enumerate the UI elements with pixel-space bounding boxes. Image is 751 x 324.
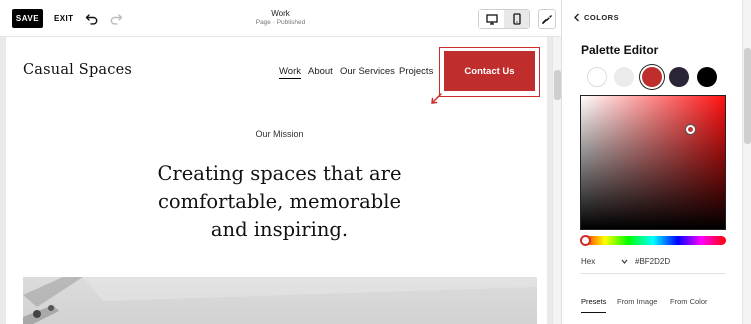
- hex-input[interactable]: #BF2D2D: [635, 257, 670, 266]
- site-preview: Casual Spaces Work About Our Services Pr…: [6, 37, 547, 324]
- device-toggle: [478, 9, 530, 29]
- picker-cursor[interactable]: [686, 125, 695, 134]
- color-swatch-5[interactable]: [697, 67, 717, 87]
- headline-line: Creating spaces that are: [157, 162, 402, 185]
- divider: [580, 273, 726, 274]
- editor-app: SAVE EXIT Work Page · Published Casual S…: [0, 0, 751, 324]
- site-title[interactable]: Casual Spaces: [23, 62, 132, 78]
- scrollbar-thumb[interactable]: [744, 48, 751, 144]
- scrollbar-thumb[interactable]: [554, 70, 561, 100]
- tab-presets[interactable]: Presets: [581, 297, 607, 313]
- page-status: Page · Published: [255, 19, 306, 26]
- chevron-left-icon: [574, 13, 579, 22]
- desktop-view-button[interactable]: [479, 10, 504, 28]
- hero-image[interactable]: [23, 277, 537, 324]
- mobile-view-button[interactable]: [504, 10, 529, 28]
- tab-from-color[interactable]: From Color: [670, 297, 708, 306]
- saturation-picker[interactable]: [580, 95, 726, 230]
- nav-link-about[interactable]: About: [308, 66, 333, 77]
- color-swatch-4[interactable]: [669, 67, 689, 87]
- paintbrush-icon: [542, 15, 552, 24]
- panel-title: Palette Editor: [581, 43, 659, 57]
- top-toolbar: SAVE EXIT Work Page · Published: [0, 0, 561, 37]
- headline-line: and inspiring.: [210, 218, 349, 241]
- nav-link-work[interactable]: Work: [279, 66, 301, 79]
- back-label: COLORS: [584, 13, 620, 22]
- page-title: Work: [271, 9, 290, 18]
- color-format-select[interactable]: Hex: [581, 257, 595, 266]
- site-styles-button[interactable]: [538, 9, 556, 29]
- headline-line: comfortable, memorable: [157, 190, 402, 213]
- contact-us-button[interactable]: Contact Us: [444, 51, 535, 91]
- picker-black-layer: [581, 96, 725, 229]
- color-swatch-3[interactable]: [642, 67, 662, 87]
- palette-editor-panel: COLORS Palette Editor Hex #BF2D2D Preset…: [561, 0, 751, 324]
- mobile-icon: [512, 13, 521, 25]
- mission-label: Our Mission: [255, 129, 304, 139]
- back-to-colors-button[interactable]: COLORS: [573, 13, 619, 22]
- hue-slider-handle[interactable]: [580, 235, 591, 246]
- hero-headline: Creating spaces that are comfortable, me…: [6, 160, 547, 244]
- nav-link-our-services[interactable]: Our Services: [340, 66, 395, 77]
- resize-arrow-icon[interactable]: [430, 91, 444, 105]
- panel-scrollbar[interactable]: [742, 0, 751, 324]
- preview-scrollbar[interactable]: [552, 37, 561, 324]
- hue-slider[interactable]: [580, 236, 726, 245]
- color-swatch-1[interactable]: [587, 67, 607, 87]
- desktop-icon: [485, 13, 498, 25]
- tab-from-image[interactable]: From Image: [617, 297, 657, 306]
- nav-link-projects[interactable]: Projects: [399, 66, 433, 77]
- color-swatch-2[interactable]: [614, 67, 634, 87]
- ceiling-beams-image: [23, 277, 537, 324]
- chevron-down-icon[interactable]: [621, 259, 628, 264]
